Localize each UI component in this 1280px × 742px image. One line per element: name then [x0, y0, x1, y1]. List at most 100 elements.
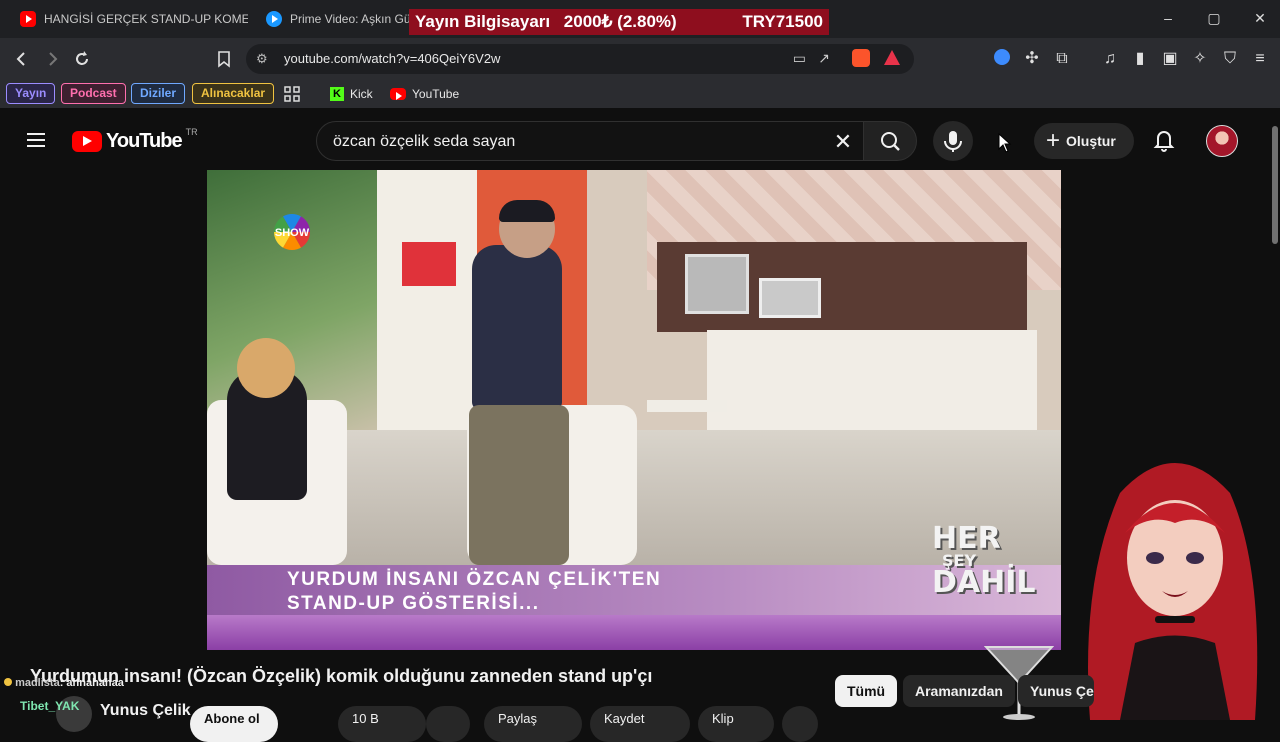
search-input[interactable]: özcan özçelik seda sayan ✕: [316, 121, 864, 161]
brave-shield-icon[interactable]: [852, 49, 870, 67]
banner-goal: TRY71500: [742, 12, 823, 31]
chat-text: : ahnahahaa: [59, 677, 124, 689]
bookmark-folder-podcast[interactable]: Podcast: [61, 83, 126, 104]
stream-chat-message: madlista: ahnahahaa: [4, 677, 124, 689]
chip-all[interactable]: Tümü: [835, 675, 898, 707]
banner-rate: 2000₺ (2.80%): [563, 12, 677, 31]
video-presenter-hair: [499, 200, 555, 222]
extension-icon[interactable]: [992, 49, 1012, 69]
search-icon: [881, 132, 900, 151]
clear-search-icon[interactable]: ✕: [829, 128, 857, 156]
avatar[interactable]: [1206, 125, 1238, 157]
caption-line-2: STAND-UP GÖSTERİSİ...: [287, 593, 540, 614]
wallet-icon[interactable]: ▣: [1160, 49, 1180, 69]
program-logo: HER ŞEY DAHİL: [932, 521, 1036, 615]
video-microwave: [759, 278, 821, 318]
brave-rewards-icon[interactable]: [884, 50, 900, 65]
program-logo-line: DAHİL: [932, 565, 1036, 600]
video-red-lamp: [402, 242, 456, 286]
bookmark-icon[interactable]: [214, 49, 234, 69]
channel-name[interactable]: Yunus Çelik: [100, 702, 191, 720]
video-presenter-trousers: [469, 405, 569, 565]
plus-icon: +: [1046, 127, 1061, 154]
extensions-puzzle-icon[interactable]: ✣: [1022, 49, 1042, 69]
chat-badge-icon: [4, 678, 12, 686]
like-button[interactable]: 10 B: [338, 706, 426, 742]
address-bar[interactable]: ⚙ youtube.com/watch?v=406QeiY6V2w ▭ ↗: [246, 44, 914, 74]
chat-username: madlista: [15, 677, 60, 689]
video-oven: [685, 254, 749, 314]
microphone-icon: [944, 131, 962, 152]
tab-title: HANGİSİ GERÇEK STAND-UP KOMEDİ: [44, 12, 248, 26]
chip-from-search[interactable]: Aramanızdan: [903, 675, 1015, 707]
maximize-button[interactable]: ▢: [1204, 8, 1224, 28]
search-button[interactable]: [863, 121, 917, 161]
close-window-button[interactable]: ✕: [1250, 8, 1270, 28]
apps-grid-icon[interactable]: [283, 84, 301, 104]
prime-video-icon: [266, 11, 282, 27]
video-person-hair: [237, 338, 295, 398]
chip-channel[interactable]: Yunus Çe: [1018, 675, 1094, 707]
tab-prime-video[interactable]: Prime Video: Aşkın Güc: [254, 4, 414, 34]
bookmark-label: Kick: [350, 87, 373, 101]
bookmark-folder-alinacaklar[interactable]: Alınacaklar: [192, 83, 275, 104]
clip-button[interactable]: Klip: [698, 706, 774, 742]
video-wall-white: [377, 170, 477, 430]
stream-donation-banner: Yayın Bilgisayarı 2000₺ (2.80%) TRY71500: [409, 9, 829, 35]
bell-icon: [1153, 131, 1175, 152]
leo-ai-icon[interactable]: ✧: [1190, 49, 1210, 69]
notifications-button[interactable]: [1150, 126, 1178, 154]
browser-toolbar: ⚙ youtube.com/watch?v=406QeiY6V2w ▭ ↗ ✣ …: [0, 38, 1280, 80]
create-button[interactable]: + Oluştur: [1034, 123, 1134, 159]
show-logo-text: SHOW: [275, 227, 310, 239]
voice-search-button[interactable]: [933, 121, 973, 161]
create-label: Oluştur: [1066, 133, 1116, 149]
screenshot-icon[interactable]: ⧉: [1052, 49, 1072, 69]
video-player[interactable]: SHOW YURDUM İNSANI ÖZCAN ÇELİK'TEN STAND…: [207, 170, 1061, 650]
youtube-wordmark: YouTube: [106, 130, 183, 152]
guide-menu-icon[interactable]: [26, 130, 46, 150]
bookmarks-bar: Yayın Podcast Diziler Alınacaklar K Kick…: [0, 80, 1280, 108]
scrollbar-thumb[interactable]: [1272, 126, 1278, 244]
dislike-button[interactable]: [426, 706, 470, 742]
tab-title: Prime Video: Aşkın Güc: [290, 12, 414, 26]
region-code: TR: [185, 126, 198, 137]
bookmark-youtube[interactable]: YouTube: [390, 84, 459, 104]
search-query: özcan özçelik seda sayan: [333, 133, 516, 150]
video-side-table: [647, 400, 727, 412]
subscribe-button[interactable]: Abone ol: [190, 706, 278, 742]
minimize-button[interactable]: –: [1158, 8, 1178, 28]
youtube-icon: [390, 88, 406, 100]
bookmark-folder-diziler[interactable]: Diziler: [131, 83, 186, 104]
youtube-page: YouTube TR özcan özçelik seda sayan ✕ + …: [0, 108, 1280, 742]
vpn-icon[interactable]: ⛉: [1220, 49, 1240, 69]
music-icon[interactable]: ♫: [1100, 49, 1120, 69]
reload-icon[interactable]: [72, 49, 92, 69]
program-logo-line: HER: [932, 521, 1001, 556]
forward-icon[interactable]: [42, 49, 62, 69]
sidebar-icon[interactable]: ▮: [1130, 49, 1150, 69]
page-scrollbar[interactable]: [1270, 116, 1280, 720]
stream-chat-message: Tibet_YAK: [20, 699, 79, 713]
bookmark-kick[interactable]: K Kick: [330, 84, 373, 104]
mouse-cursor-icon: [998, 132, 1012, 153]
kick-icon: K: [330, 87, 344, 101]
tab-youtube[interactable]: HANGİSİ GERÇEK STAND-UP KOMEDİ: [8, 4, 248, 34]
more-actions-button[interactable]: [782, 706, 818, 742]
share-icon[interactable]: ↗: [818, 50, 830, 67]
cast-icon[interactable]: ▭: [793, 50, 806, 67]
bookmark-folder-yayin[interactable]: Yayın: [6, 83, 56, 104]
save-button[interactable]: Kaydet: [590, 706, 690, 742]
video-presenter-shirt: [472, 245, 562, 410]
youtube-logo[interactable]: YouTube TR: [72, 126, 198, 153]
streamer-avatar-overlay: [1088, 463, 1258, 720]
back-icon[interactable]: [12, 49, 32, 69]
site-settings-icon[interactable]: ⚙: [256, 51, 268, 67]
caption-line-1: YURDUM İNSANI ÖZCAN ÇELİK'TEN: [287, 569, 662, 590]
show-tv-logo: SHOW: [274, 213, 310, 251]
chat-username: Tibet_YAK: [20, 699, 80, 713]
share-button[interactable]: Paylaş: [484, 706, 582, 742]
menu-icon[interactable]: ≡: [1250, 49, 1270, 69]
url-text: youtube.com/watch?v=406QeiY6V2w: [284, 51, 501, 66]
bookmark-label: YouTube: [412, 87, 460, 101]
